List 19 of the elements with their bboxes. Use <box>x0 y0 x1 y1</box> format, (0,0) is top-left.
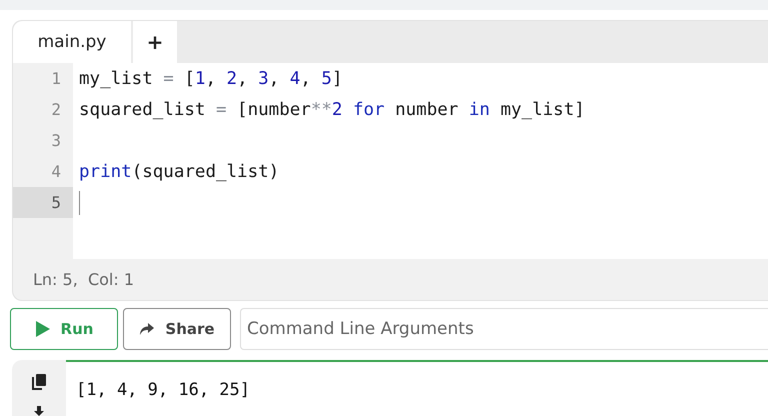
line-number: 3 <box>13 125 73 156</box>
cursor-position: Ln: 5, Col: 1 <box>33 270 134 289</box>
code-line: print(squared_list) <box>78 162 280 182</box>
line-number: 5 <box>13 187 73 218</box>
file-tab[interactable]: + <box>133 21 177 63</box>
text-cursor <box>79 190 80 214</box>
code-line: squared_list = [number**2 for number in my_list] <box>78 100 585 120</box>
line-number: 4 <box>13 156 73 187</box>
download-icon[interactable] <box>32 406 46 416</box>
arguments-field[interactable]: Command Line Arguments <box>240 308 768 350</box>
play-icon <box>34 320 51 338</box>
code-line: my_list = [1, 2, 3, 4, 5] <box>78 68 343 88</box>
copy-icon[interactable] <box>32 374 46 390</box>
output-text: [1, 4, 9, 16, 25] <box>76 380 250 400</box>
line-number: 1 <box>13 63 73 94</box>
share-arrow-icon <box>139 322 156 336</box>
line-number: 2 <box>13 94 73 125</box>
share-button[interactable]: Share <box>123 308 231 350</box>
file-tab[interactable]: main.py <box>13 21 131 63</box>
